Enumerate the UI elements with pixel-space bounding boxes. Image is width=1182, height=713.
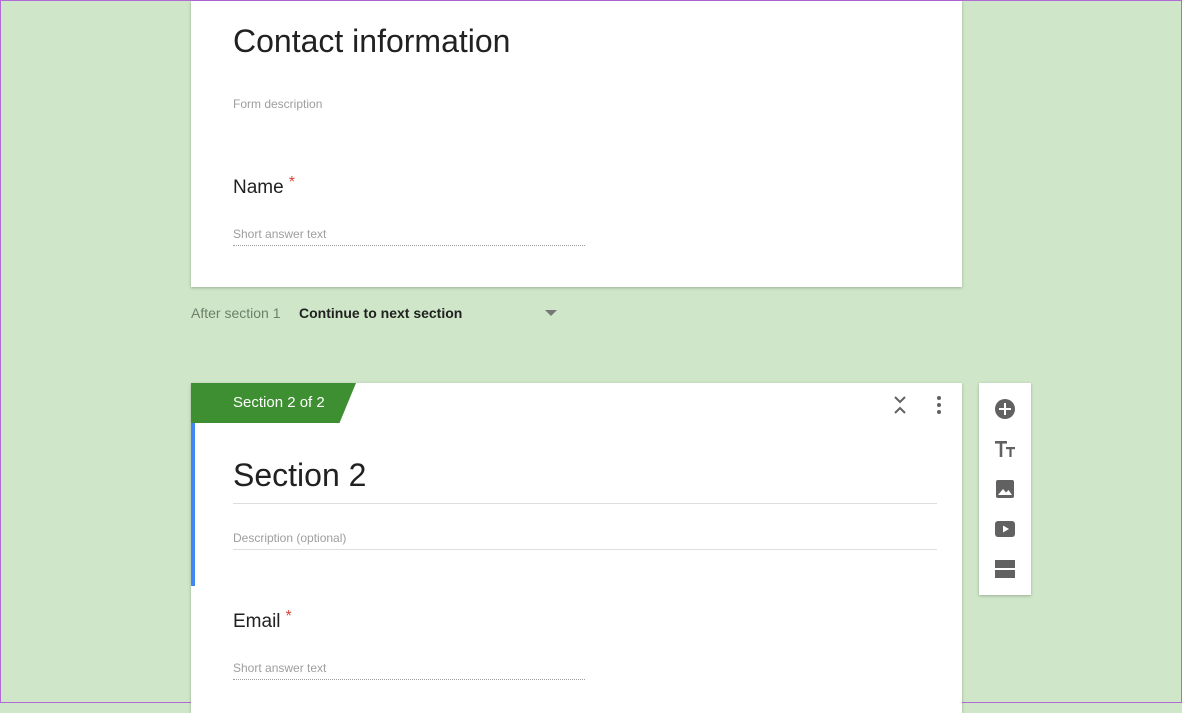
form-title[interactable]: Contact information bbox=[233, 23, 510, 60]
add-video-icon[interactable] bbox=[993, 517, 1017, 541]
email-short-answer-field: Short answer text bbox=[233, 661, 585, 680]
section-tab: Section 2 of 2 bbox=[191, 383, 356, 423]
add-question-icon[interactable] bbox=[993, 397, 1017, 421]
add-title-icon[interactable] bbox=[993, 437, 1017, 461]
dropdown-arrow-icon[interactable] bbox=[545, 310, 557, 316]
question-title: Email bbox=[233, 611, 281, 632]
name-short-answer-field: Short answer text bbox=[233, 227, 585, 246]
section-tab-label: Section 2 of 2 bbox=[233, 394, 325, 411]
section-1-card: Contact information Form description Nam… bbox=[191, 1, 962, 287]
collapse-section-icon[interactable] bbox=[891, 395, 909, 415]
form-toolbar bbox=[979, 383, 1031, 595]
email-question-label[interactable]: Email * bbox=[233, 608, 292, 633]
required-mark: * bbox=[288, 174, 295, 191]
section-2-card: Section 2 of 2 Section 2 Description (op… bbox=[191, 383, 962, 713]
section-title-field[interactable]: Section 2 bbox=[233, 457, 937, 504]
add-section-icon[interactable] bbox=[993, 557, 1017, 581]
add-image-icon[interactable] bbox=[993, 477, 1017, 501]
after-section-label: After section 1 bbox=[191, 305, 281, 321]
focus-indicator bbox=[191, 423, 195, 586]
required-mark: * bbox=[285, 608, 292, 625]
form-description-field[interactable]: Form description bbox=[233, 97, 322, 111]
section-description-field[interactable]: Description (optional) bbox=[233, 531, 937, 550]
more-options-icon[interactable] bbox=[931, 395, 947, 415]
name-question-label[interactable]: Name * bbox=[233, 174, 295, 199]
after-section-dropdown[interactable]: Continue to next section bbox=[299, 305, 462, 321]
question-title: Name bbox=[233, 177, 284, 198]
